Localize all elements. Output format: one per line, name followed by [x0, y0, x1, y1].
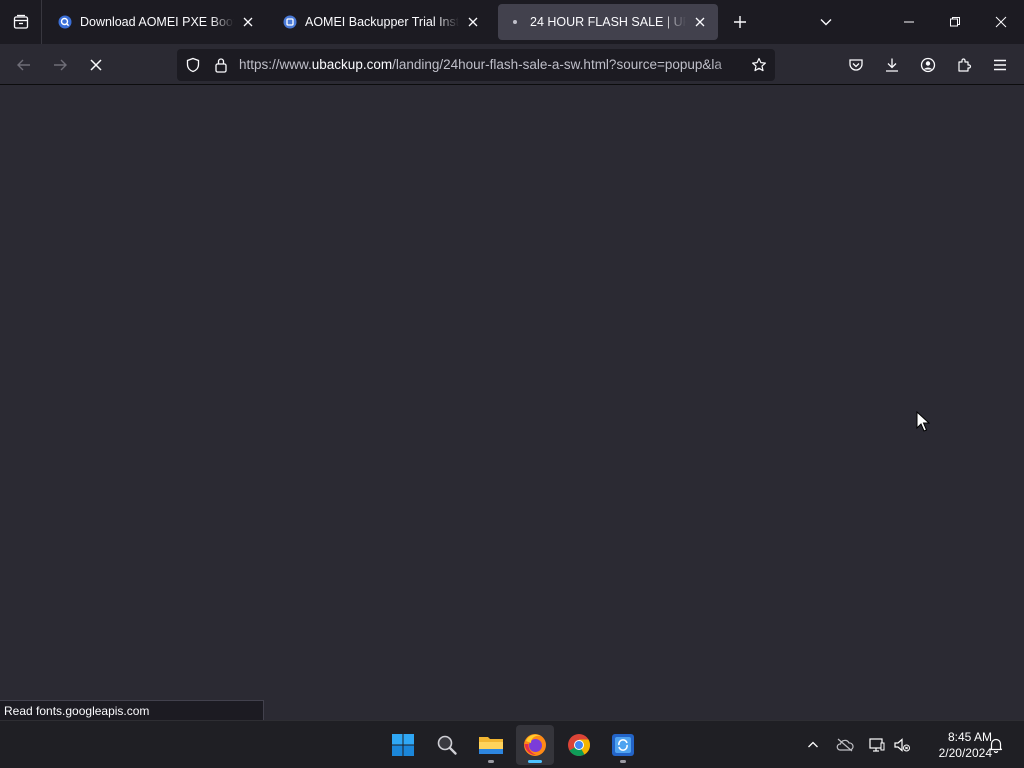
hamburger-menu-icon — [994, 59, 1006, 71]
tab-strip: Download AOMEI PXE Boot by AOMEI AOMEI B… — [0, 0, 1024, 44]
account-icon — [920, 57, 936, 73]
restore-button[interactable] — [932, 0, 978, 44]
aomei-backupper-icon — [612, 734, 634, 756]
arrow-right-icon — [54, 59, 67, 71]
search-favicon-icon — [58, 15, 72, 29]
chrome-taskbar-button[interactable] — [560, 725, 598, 765]
close-tab-icon[interactable] — [240, 14, 256, 30]
page-content — [0, 85, 1024, 720]
pocket-button[interactable] — [843, 52, 869, 78]
close-tab-icon[interactable] — [465, 14, 481, 30]
running-indicator — [620, 760, 626, 763]
system-clock[interactable]: 8:45 AM 2/20/2024 — [912, 729, 992, 761]
firefox-view-button[interactable] — [0, 0, 42, 44]
start-button[interactable] — [384, 725, 422, 765]
firefox-icon — [524, 734, 546, 756]
restore-icon — [950, 17, 960, 27]
clock-time: 8:45 AM — [947, 730, 992, 744]
file-explorer-button[interactable] — [472, 725, 510, 765]
puzzle-icon — [958, 58, 972, 72]
file-explorer-icon — [479, 737, 503, 754]
onedrive-tray-button[interactable] — [833, 733, 857, 757]
new-tab-button[interactable] — [728, 10, 752, 34]
close-icon — [995, 16, 1007, 28]
stop-loading-button[interactable] — [81, 50, 111, 80]
app-menu-button[interactable] — [987, 52, 1013, 78]
firefox-view-icon — [13, 14, 28, 29]
notification-bell-icon — [989, 738, 1003, 753]
tab-title: AOMEI Backupper Trial Installation — [305, 15, 459, 29]
loading-dot-icon — [508, 15, 522, 29]
tab-aomei-backupper[interactable]: AOMEI Backupper Trial Installation — [273, 4, 491, 40]
arrow-left-icon — [17, 59, 30, 71]
tab-title: Download AOMEI PXE Boot by AOMEI — [80, 15, 234, 29]
downloads-button[interactable] — [879, 52, 905, 78]
plus-icon — [734, 16, 746, 28]
running-indicator — [488, 760, 494, 763]
url-bar[interactable]: https://www.ubackup.com/landing/24hour-f… — [177, 49, 775, 81]
status-bar: Read fonts.googleapis.com — [0, 700, 264, 720]
volume-muted-icon — [894, 738, 910, 752]
url-text[interactable]: https://www.ubackup.com/landing/24hour-f… — [239, 57, 743, 72]
windows-start-icon — [392, 734, 414, 756]
download-icon — [886, 58, 898, 72]
clock-date: 2/20/2024 — [938, 746, 992, 760]
nav-toolbar: https://www.ubackup.com/landing/24hour-f… — [0, 44, 1024, 85]
notification-center-button[interactable] — [984, 733, 1008, 757]
network-tray-button[interactable] — [865, 733, 889, 757]
close-tab-icon[interactable] — [692, 14, 708, 30]
network-icon — [869, 738, 885, 752]
minimize-button[interactable] — [886, 0, 932, 44]
chevron-up-icon — [808, 741, 818, 748]
url-path: /landing/24hour-flash-sale-a-sw.html?sou… — [392, 57, 722, 72]
taskbar: 8:45 AM 2/20/2024 — [0, 720, 1024, 768]
chrome-icon — [568, 734, 590, 756]
tab-aomei-pxe[interactable]: Download AOMEI PXE Boot by AOMEI — [48, 4, 266, 40]
extensions-button[interactable] — [951, 52, 977, 78]
bookmark-star-icon[interactable] — [749, 55, 769, 75]
taskbar-search-button[interactable] — [428, 725, 466, 765]
search-icon — [437, 735, 457, 755]
tab-flash-sale[interactable]: 24 HOUR FLASH SALE | UP TO 80% OFF — [498, 4, 718, 40]
list-all-tabs-button[interactable] — [814, 10, 838, 34]
volume-tray-button[interactable] — [890, 733, 914, 757]
show-hidden-icons-button[interactable] — [801, 733, 825, 757]
aomei-backupper-taskbar-button[interactable] — [604, 725, 642, 765]
stop-icon — [90, 59, 102, 71]
forward-button[interactable] — [45, 50, 75, 80]
url-host: ubackup.com — [311, 57, 393, 72]
minimize-icon — [904, 21, 914, 23]
firefox-taskbar-button[interactable] — [516, 725, 554, 765]
onedrive-icon — [836, 738, 854, 752]
back-button[interactable] — [9, 50, 39, 80]
chevron-down-icon — [820, 19, 832, 26]
account-button[interactable] — [915, 52, 941, 78]
aomei-favicon-icon — [283, 15, 297, 29]
active-indicator — [528, 760, 542, 763]
pocket-icon — [849, 59, 863, 71]
tab-title: 24 HOUR FLASH SALE | UP TO 80% OFF — [530, 15, 686, 29]
mouse-cursor-icon — [916, 411, 930, 432]
shield-icon[interactable] — [183, 55, 203, 75]
url-prefix: https://www. — [239, 57, 312, 72]
close-window-button[interactable] — [978, 0, 1024, 44]
lock-icon[interactable] — [211, 55, 231, 75]
